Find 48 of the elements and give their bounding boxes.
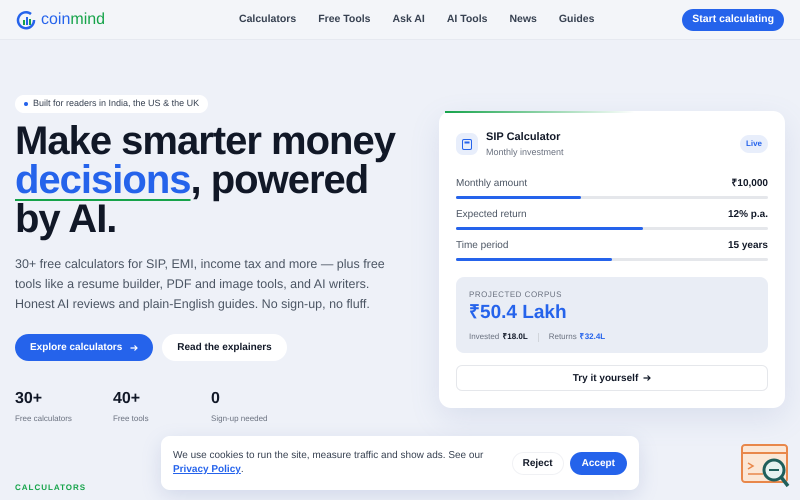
result-label: PROJECTED CORPUS <box>469 289 563 301</box>
card-title: SIP Calculator <box>486 130 562 145</box>
slider-track[interactable] <box>456 196 768 199</box>
badge-text: Built for readers in India, the US & the UK <box>33 97 200 110</box>
stat-label: Free calculators <box>15 413 73 425</box>
slider-label: Expected return <box>456 208 527 222</box>
explainers-button[interactable]: Read the explainers <box>162 334 287 361</box>
arrow-icon <box>643 374 652 382</box>
nav-link[interactable]: Calculators <box>239 12 296 28</box>
nav-link[interactable]: News <box>509 12 537 28</box>
intro-text: 30+ free calculators for SIP, EMI, income tax and more — plus free tools like a resume builder, PDF and image tools, and AI writers. Honest AI reviews and plain-English guides. No sign-up, no fluff. <box>15 256 386 313</box>
nav-link[interactable]: Guides <box>558 12 594 28</box>
card-subtitle: Monthly investment <box>486 146 564 159</box>
logo-icon <box>16 10 36 30</box>
nav-link[interactable]: AI Tools <box>446 12 488 28</box>
window-search-icon <box>741 444 791 489</box>
stat-value: 0 <box>211 389 221 409</box>
section-label: CALCULATORS <box>15 482 86 494</box>
stat-value: 30+ <box>15 389 44 409</box>
nav-link[interactable]: Ask AI <box>392 12 425 28</box>
try-it-button[interactable]: Try it yourself <box>456 365 768 391</box>
returns-label: Returns <box>548 331 577 343</box>
invested-value: ₹18.0L <box>502 331 528 343</box>
logo-text: coinmind <box>41 10 106 30</box>
stat-value: 40+ <box>113 389 142 409</box>
slider-track[interactable] <box>456 258 768 261</box>
returns-value: ₹32.4L <box>580 331 606 343</box>
headline: Make smarter money decisions, powered by AI. <box>15 122 397 239</box>
cookie-text: We use cookies to run the site, measure traffic and show ads. See our Privacy Policy. <box>173 449 484 477</box>
explore-button[interactable]: Explore calculators <box>15 334 154 361</box>
stat-label: Sign-up needed <box>211 413 268 425</box>
slider-value: ₹10,000 <box>731 177 768 191</box>
slider-track[interactable] <box>456 227 768 230</box>
arrow-icon <box>130 344 138 352</box>
accept-button[interactable]: Accept <box>570 452 627 474</box>
invested-label: Invested <box>469 331 500 343</box>
nav-link[interactable]: Free Tools <box>318 12 371 28</box>
calculator-icon <box>456 133 478 155</box>
slider-value: 15 years <box>728 239 768 253</box>
privacy-link[interactable]: Privacy Policy <box>173 464 241 475</box>
reject-button[interactable]: Reject <box>512 452 564 474</box>
stat-label: Free tools <box>113 413 150 425</box>
result-value: ₹50.4 Lakh <box>469 301 568 325</box>
slider-value: 12% p.a. <box>728 208 768 222</box>
slider-label: Monthly amount <box>456 177 528 191</box>
start-calculating-button[interactable]: Start calculating <box>682 8 784 30</box>
live-badge: Live <box>740 135 768 153</box>
slider-label: Time period <box>456 239 508 253</box>
